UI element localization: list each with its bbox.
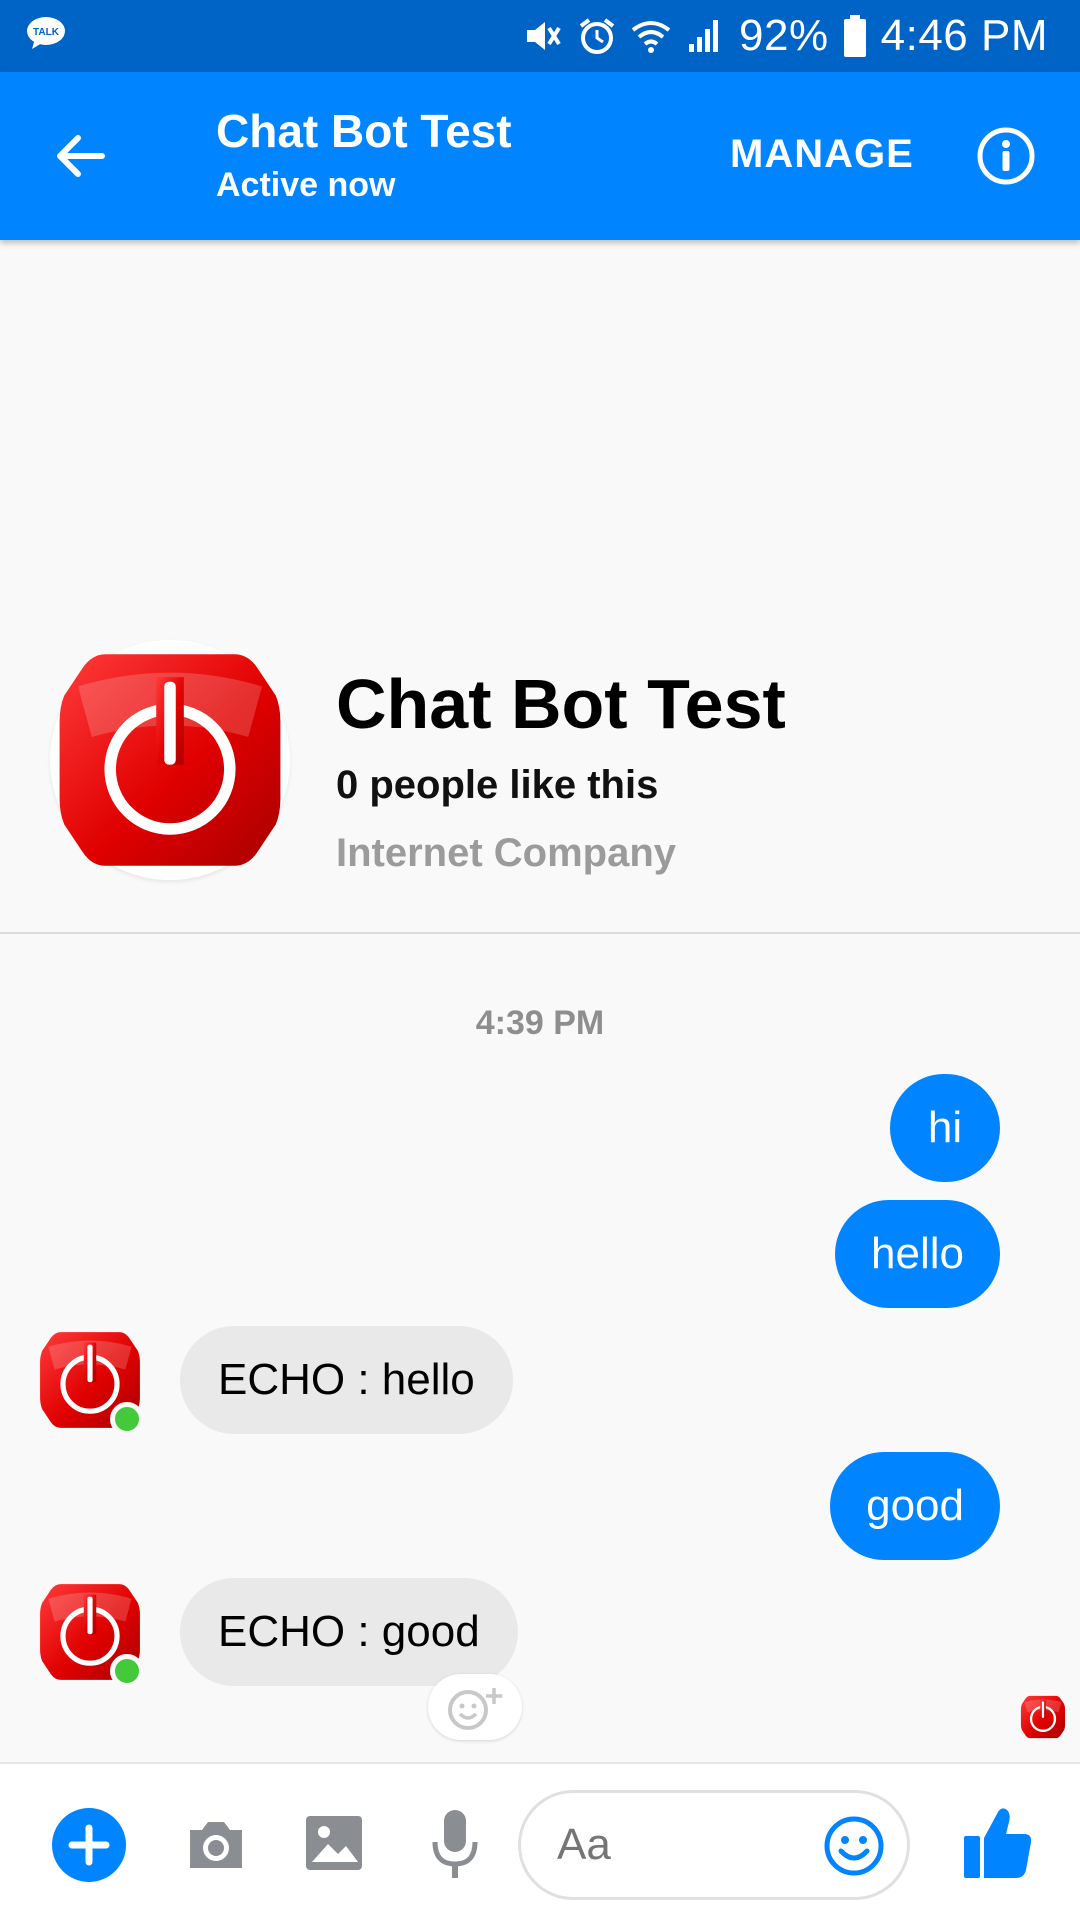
- power-button-logo: [55, 645, 285, 875]
- talk-notification-icon: TALK: [27, 17, 65, 49]
- page-profile-card: Chat Bot Test 0 people like this Interne…: [0, 640, 1080, 932]
- online-indicator: [110, 1402, 144, 1436]
- message-composer: [0, 1762, 1080, 1920]
- header-title-block[interactable]: Chat Bot Test Active now: [216, 102, 512, 210]
- battery-percent: 92%: [739, 11, 829, 60]
- add-reaction-icon: [448, 1688, 502, 1730]
- profile-name: Chat Bot Test: [336, 665, 786, 743]
- profile-avatar[interactable]: [50, 640, 290, 880]
- svg-text:TALK: TALK: [33, 27, 60, 38]
- online-indicator: [110, 1654, 144, 1688]
- status-bar: TALK 92% 4:46 PM: [0, 0, 1080, 72]
- profile-category: Internet Company: [336, 831, 677, 875]
- manage-button[interactable]: MANAGE: [730, 132, 914, 182]
- thumbs-up-icon[interactable]: [962, 1804, 1034, 1880]
- conversation-header: Chat Bot Test Active now MANAGE: [0, 72, 1080, 240]
- message-input[interactable]: [557, 1793, 787, 1897]
- more-actions-button[interactable]: [52, 1808, 126, 1882]
- signal-icon: [689, 20, 719, 52]
- camera-icon[interactable]: [184, 1812, 248, 1876]
- alarm-icon: [579, 18, 615, 54]
- profile-likes: 0 people like this: [336, 763, 659, 807]
- message-input-box[interactable]: [518, 1790, 910, 1900]
- add-reaction-button[interactable]: [428, 1674, 522, 1740]
- bot-avatar[interactable]: [38, 1328, 144, 1436]
- bot-avatar[interactable]: [38, 1580, 144, 1688]
- message-timestamp: 4:39 PM: [475, 1004, 605, 1042]
- info-icon[interactable]: [976, 126, 1036, 186]
- message-bubble-outgoing[interactable]: hi: [890, 1074, 1000, 1182]
- seen-receipt-avatar: [1020, 1694, 1066, 1740]
- plus-icon: [68, 1824, 110, 1866]
- clock: 4:46 PM: [880, 11, 1048, 60]
- message-bubble-outgoing[interactable]: hello: [835, 1200, 1000, 1308]
- back-arrow-icon[interactable]: [48, 124, 112, 188]
- conversation-title: Chat Bot Test: [216, 105, 512, 157]
- wifi-icon: [631, 21, 671, 53]
- message-bubble-incoming[interactable]: ECHO : hello: [180, 1326, 513, 1434]
- gallery-icon[interactable]: [304, 1812, 364, 1874]
- message-bubble-incoming[interactable]: ECHO : good: [180, 1578, 518, 1686]
- mute-icon: [527, 22, 561, 50]
- battery-icon: [843, 15, 866, 57]
- microphone-icon[interactable]: [430, 1808, 480, 1882]
- message-bubble-outgoing[interactable]: good: [830, 1452, 1000, 1560]
- profile-divider: [0, 932, 1080, 934]
- active-status: Active now: [216, 166, 396, 204]
- emoji-icon[interactable]: [823, 1815, 885, 1877]
- power-button-icon: [1020, 1694, 1066, 1740]
